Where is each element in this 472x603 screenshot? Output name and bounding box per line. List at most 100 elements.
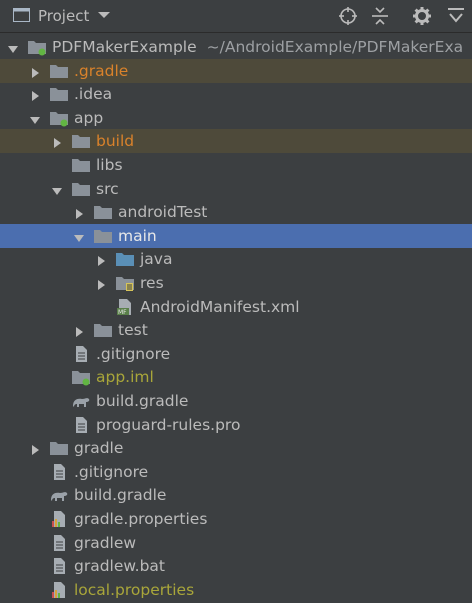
tree-row[interactable]: main <box>0 223 472 248</box>
tree-row[interactable]: androidTest <box>0 200 472 224</box>
tree-row[interactable]: gradle <box>0 436 472 460</box>
tree-row[interactable]: MF AndroidManifest.xml <box>0 295 472 319</box>
folder-icon <box>49 439 69 457</box>
text-file-icon <box>49 463 69 481</box>
chevron-right-icon[interactable] <box>95 277 107 290</box>
text-file-icon <box>49 534 69 552</box>
tree-row[interactable]: .gitignore <box>0 342 472 366</box>
folder-icon <box>93 203 113 221</box>
tree-item-name: test <box>118 321 148 340</box>
tree-item-name: build.gradle <box>96 392 189 410</box>
tree-item-label: .gradle <box>74 61 128 81</box>
tree-item-name: java <box>140 250 173 269</box>
tree-row[interactable]: app <box>0 106 472 130</box>
manifest-file-icon: MF <box>115 298 135 316</box>
tree-row[interactable]: .idea <box>0 82 472 106</box>
tree-item-label: app <box>74 108 103 128</box>
tree-item-label: build.gradle <box>74 485 166 505</box>
tree-row[interactable]: app.iml <box>0 365 472 389</box>
properties-file-icon <box>49 510 69 528</box>
tree-item-name: androidTest <box>118 203 208 222</box>
tree-row[interactable]: res <box>0 271 472 295</box>
tree-item-label: PDFMakerExample ~/AndroidExample/PDFMaker… <box>52 37 463 57</box>
chevron-right-icon[interactable] <box>29 65 41 78</box>
tree-item-name: build <box>96 132 135 151</box>
gear-icon[interactable] <box>412 6 432 26</box>
tree-item-label: main <box>118 226 157 246</box>
tree-row[interactable]: .gitignore <box>0 460 472 484</box>
chevron-down-icon[interactable] <box>7 41 19 53</box>
text-file-icon <box>49 557 69 575</box>
tree-row[interactable]: java <box>0 247 472 271</box>
folder-icon <box>49 85 69 103</box>
folder-icon <box>93 321 113 339</box>
chevron-down-icon[interactable] <box>51 183 63 195</box>
folder-icon <box>49 62 69 80</box>
tree-row[interactable]: gradle.properties <box>0 507 472 531</box>
tree-item-label: gradlew <box>74 533 136 553</box>
chevron-right-icon[interactable] <box>29 88 41 102</box>
tree-item-label: .idea <box>74 84 112 104</box>
chevron-right-icon[interactable] <box>51 135 63 149</box>
collapse-all-icon[interactable] <box>370 6 390 26</box>
chevron-down-icon[interactable] <box>29 112 41 124</box>
tree-item-name: AndroidManifest.xml <box>140 297 300 316</box>
chevron-down-icon[interactable] <box>97 10 111 20</box>
tree-item-name: src <box>96 179 119 198</box>
tree-row[interactable]: build.gradle <box>0 483 472 507</box>
tree-item-name: .idea <box>74 85 113 104</box>
tree-row[interactable]: libs <box>0 153 472 177</box>
target-icon[interactable] <box>338 6 358 26</box>
tree-item-label: local.properties <box>74 580 194 600</box>
tree-item-label: java <box>140 249 172 269</box>
project-window-icon <box>13 8 30 22</box>
gradle-file-icon <box>71 392 91 410</box>
properties-file-icon <box>49 581 69 599</box>
hide-panel-icon[interactable] <box>446 6 466 26</box>
chevron-right-icon[interactable] <box>95 253 107 267</box>
tree-item-name: gradlew.bat <box>74 557 165 576</box>
tree-item-label: gradle.properties <box>74 509 207 529</box>
module-folder-icon <box>27 38 47 56</box>
folder-icon <box>71 132 91 150</box>
tree-item-label: res <box>140 273 164 293</box>
chevron-down-icon[interactable] <box>73 230 85 242</box>
chevron-right-icon[interactable] <box>73 206 85 220</box>
iml-file-icon <box>71 368 91 386</box>
folder-icon <box>71 180 91 198</box>
tree-item-name: gradlew <box>74 533 137 552</box>
chevron-right-icon[interactable] <box>29 442 41 456</box>
tree-item-name: gradle <box>74 439 124 458</box>
tree-item-label: test <box>118 320 148 340</box>
tree-item-label: src <box>96 179 119 199</box>
tree-item-name: app <box>74 108 104 127</box>
tree-item-label: app.iml <box>96 367 154 387</box>
tree-row[interactable]: .gradle <box>0 58 472 83</box>
chevron-right-icon[interactable] <box>73 324 85 338</box>
project-view-title[interactable]: Project <box>38 7 89 25</box>
tree-row[interactable]: test <box>0 318 472 342</box>
source-folder-icon <box>115 250 135 268</box>
tree-item-name: PDFMakerExample <box>52 38 197 56</box>
tree-row[interactable]: build <box>0 129 472 154</box>
tree-item-name: .gitignore <box>96 344 171 363</box>
tree-item-name: build.gradle <box>74 486 167 505</box>
tree-item-label: gradle <box>74 438 123 458</box>
tree-item-label: libs <box>96 155 123 175</box>
tree-row[interactable]: proguard-rules.pro <box>0 413 472 437</box>
text-file-icon <box>71 345 91 363</box>
tree-row[interactable]: gradlew.bat <box>0 554 472 578</box>
tree-item-name: res <box>140 274 164 292</box>
tree-item-name: .gradle <box>74 61 129 80</box>
tree-row[interactable]: PDFMakerExample ~/AndroidExample/PDFMaker… <box>0 35 472 59</box>
tree-row[interactable]: gradlew <box>0 531 472 555</box>
tree-row[interactable]: build.gradle <box>0 389 472 413</box>
tree-item-name: app.iml <box>96 368 154 387</box>
tree-item-name: libs <box>96 156 123 174</box>
tree-row[interactable]: local.properties <box>0 578 472 602</box>
tree-item-label: build <box>96 131 134 151</box>
tree-row[interactable]: src <box>0 177 472 201</box>
tree-item-label: .gitignore <box>96 344 170 364</box>
tree-item-name: gradle.properties <box>74 510 208 528</box>
folder-icon <box>93 227 113 245</box>
